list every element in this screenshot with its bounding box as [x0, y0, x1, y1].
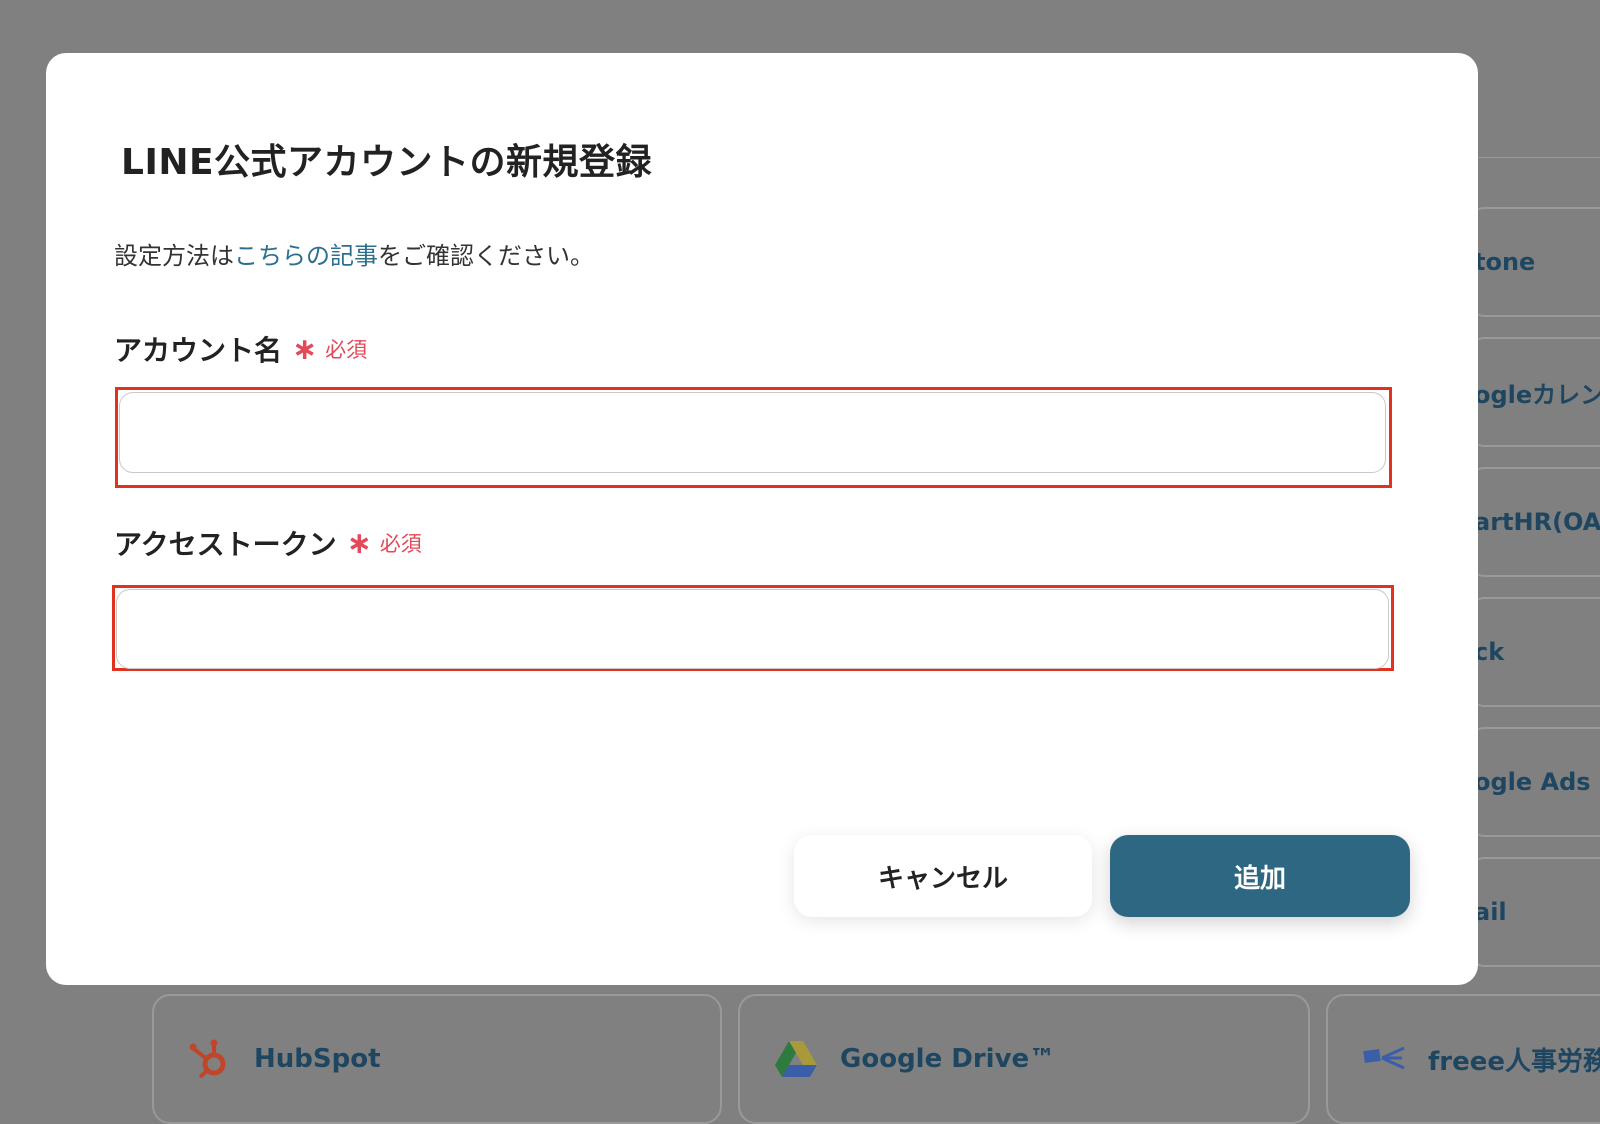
description-text: 設定方法は: [114, 242, 234, 270]
divider: [1470, 157, 1600, 158]
required-badge: 必須: [325, 338, 368, 362]
service-card[interactable]: ogleカレン: [1470, 337, 1600, 447]
service-card-label: HubSpot: [254, 1044, 381, 1074]
service-card-label: ogleカレン: [1474, 380, 1600, 409]
cancel-button[interactable]: キャンセル: [794, 835, 1092, 917]
service-card[interactable]: artHR(OA: [1470, 467, 1600, 577]
service-card[interactable]: ail: [1470, 857, 1600, 967]
service-card-label: ck: [1474, 638, 1505, 666]
service-card-label: ogle Ads: [1474, 768, 1591, 796]
modal-description: 設定方法はこちらの記事をご確認ください。: [114, 236, 594, 271]
google-drive-icon: [775, 1041, 817, 1077]
account-name-input[interactable]: [119, 392, 1386, 473]
freee-icon: [1363, 1046, 1405, 1070]
field-label-text: アクセストークン: [114, 528, 337, 561]
access-token-input[interactable]: [116, 589, 1389, 669]
service-card[interactable]: ogle Ads: [1470, 727, 1600, 837]
required-asterisk: ∗: [292, 331, 318, 367]
required-badge: 必須: [379, 532, 422, 556]
service-card-label: ail: [1474, 898, 1507, 926]
service-card[interactable]: tone: [1470, 207, 1600, 317]
modal-title: LINE公式アカウントの新規登録: [121, 142, 653, 183]
access-token-label: アクセストークン ∗ 必須: [114, 523, 422, 563]
article-link[interactable]: こちらの記事: [234, 242, 378, 270]
service-card-hubspot[interactable]: HubSpot: [152, 994, 722, 1124]
service-card-label: tone: [1474, 248, 1536, 276]
add-button[interactable]: 追加: [1110, 835, 1410, 917]
service-card-google-drive[interactable]: Google Drive™: [738, 994, 1310, 1124]
service-card[interactable]: ck: [1470, 597, 1600, 707]
service-card-label: artHR(OA: [1474, 508, 1600, 536]
required-asterisk: ∗: [346, 525, 372, 561]
description-text: をご確認ください。: [378, 242, 594, 270]
account-name-label: アカウント名 ∗ 必須: [114, 329, 367, 369]
register-modal: LINE公式アカウントの新規登録 設定方法はこちらの記事をご確認ください。 アカ…: [46, 53, 1478, 985]
service-card-label: freee人事労務: [1428, 1046, 1600, 1077]
hubspot-icon: [189, 1039, 226, 1079]
field-label-text: アカウント名: [114, 334, 283, 367]
service-card-label: Google Drive™: [840, 1044, 1056, 1074]
service-card-freee[interactable]: freee人事労務: [1326, 994, 1600, 1124]
